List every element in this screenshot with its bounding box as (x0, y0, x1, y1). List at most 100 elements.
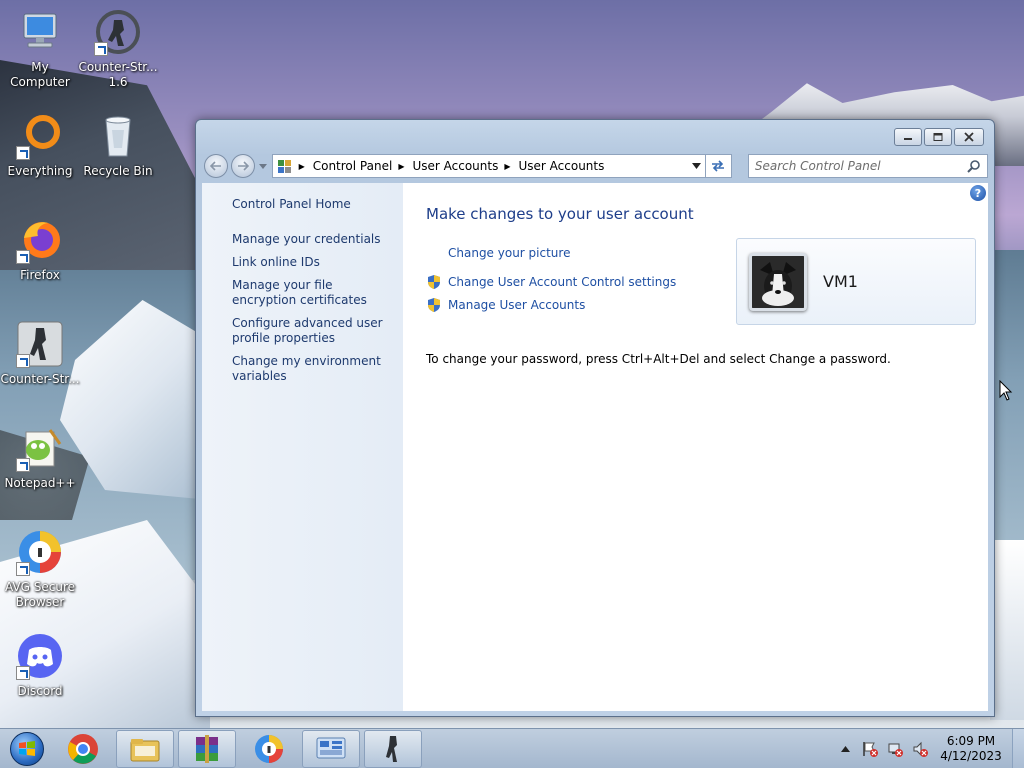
taskbar-counter-strike[interactable] (364, 729, 422, 768)
refresh-icon (712, 160, 725, 172)
tray-volume[interactable] (911, 740, 929, 758)
computer-icon (23, 13, 57, 48)
control-panel-icon (316, 737, 346, 758)
breadcrumb-separator-icon[interactable]: ▶ (504, 162, 510, 171)
window-content: Control Panel Home Manage your credentia… (202, 183, 988, 711)
dog-picture-icon (752, 255, 804, 308)
navigation-bar: ▶ Control Panel ▶ User Accounts ▶ User A… (204, 152, 989, 180)
refresh-button[interactable] (706, 154, 732, 178)
taskbar-winrar[interactable] (178, 729, 236, 768)
sidebar-item-manage-credentials[interactable]: Manage your credentials (232, 232, 392, 247)
avg-browser-icon (255, 734, 283, 763)
task-label: Change User Account Control settings (448, 274, 677, 289)
desktop-icon-notepad-plus-plus[interactable]: Notepad++ (0, 424, 80, 491)
shortcut-arrow-icon (16, 250, 30, 264)
mouse-cursor-icon (999, 380, 1013, 401)
minimize-button[interactable] (894, 128, 922, 146)
avatar[interactable] (749, 252, 807, 311)
tray-action-center[interactable] (861, 740, 879, 758)
show-hidden-icons-button[interactable] (836, 740, 854, 758)
user-account-card: VM1 (736, 238, 976, 325)
breadcrumb-user-accounts[interactable]: User Accounts (412, 159, 498, 173)
windows-logo-icon (19, 740, 35, 756)
search-icon[interactable] (967, 159, 981, 173)
show-desktop-button[interactable] (1012, 728, 1024, 768)
tasks-sidebar: Control Panel Home Manage your credentia… (202, 183, 403, 711)
desktop-icon-label: My Computer (10, 60, 70, 89)
volume-muted-icon (913, 741, 928, 757)
close-button[interactable] (954, 128, 984, 146)
desktop-icon-my-computer[interactable]: My Computer (0, 8, 80, 90)
uac-shield-icon (428, 274, 440, 289)
breadcrumb-separator-icon[interactable]: ▶ (398, 162, 404, 171)
desktop-icon-counter-strike-1-6[interactable]: Counter-Str... 1.6 (78, 8, 158, 90)
taskbar-chrome[interactable] (54, 730, 112, 768)
system-tray: 6:09 PM 4/12/2023 (836, 728, 1024, 768)
sidebar-item-environment-variables[interactable]: Change my environment variables (232, 354, 392, 384)
desktop-icon-label: AVG Secure Browser (4, 580, 76, 609)
winrar-icon (196, 734, 218, 763)
desktop-icon-avg-secure-browser[interactable]: AVG Secure Browser (0, 528, 80, 610)
chrome-icon (68, 733, 98, 764)
clock-date: 4/12/2023 (940, 748, 1002, 763)
recent-pages-dropdown[interactable] (258, 154, 268, 178)
desktop-icon-label: Discord (17, 684, 63, 698)
breadcrumb-user-accounts-current[interactable]: User Accounts (519, 159, 605, 173)
shortcut-arrow-icon (16, 458, 30, 472)
password-change-note: To change your password, press Ctrl+Alt+… (426, 352, 891, 366)
shortcut-arrow-icon (94, 42, 108, 56)
forward-button[interactable] (230, 154, 255, 178)
breadcrumb-separator-icon: ▶ (298, 161, 305, 171)
recycle-bin-icon (105, 116, 131, 157)
address-dropdown-icon[interactable] (692, 163, 702, 169)
chevron-up-icon (840, 745, 850, 752)
maximize-button[interactable] (924, 128, 952, 146)
taskbar: 6:09 PM 4/12/2023 (0, 728, 1024, 768)
address-bar[interactable]: ▶ Control Panel ▶ User Accounts ▶ User A… (271, 154, 707, 178)
task-label: Change your picture (448, 245, 571, 260)
network-icon (888, 743, 903, 757)
page-title: Make changes to your user account (426, 205, 694, 223)
shortcut-arrow-icon (16, 354, 30, 368)
help-button[interactable]: ? (970, 185, 986, 201)
maximize-icon (933, 133, 943, 141)
help-icon: ? (974, 186, 982, 200)
shortcut-arrow-icon (16, 666, 30, 680)
close-icon (964, 132, 974, 142)
back-button[interactable] (204, 154, 228, 178)
desktop-icon-everything[interactable]: Everything (0, 112, 80, 179)
desktop-icon-recycle-bin[interactable]: Recycle Bin (78, 112, 158, 179)
control-panel-icon (277, 160, 291, 173)
control-panel-window: ▶ Control Panel ▶ User Accounts ▶ User A… (195, 119, 995, 717)
uac-shield-icon (428, 297, 440, 312)
minimize-icon (904, 138, 912, 140)
shortcut-arrow-icon (16, 562, 30, 576)
shortcut-arrow-icon (16, 146, 30, 160)
desktop-icon-discord[interactable]: Discord (0, 632, 80, 699)
clock-time: 6:09 PM (946, 733, 996, 748)
desktop-icon-counter-strike[interactable]: Counter-Str... (0, 320, 80, 387)
windows-explorer-icon (130, 738, 160, 761)
sidebar-item-advanced-user-profile[interactable]: Configure advanced user profile properti… (232, 316, 392, 346)
desktop-icon-label: Firefox (20, 268, 60, 282)
start-button[interactable] (0, 729, 54, 768)
sidebar-item-link-online-ids[interactable]: Link online IDs (232, 255, 392, 270)
taskbar-clock[interactable]: 6:09 PM 4/12/2023 (936, 734, 1006, 764)
taskbar-windows-explorer[interactable] (116, 729, 174, 768)
taskbar-avg-browser[interactable] (240, 730, 298, 768)
search-input[interactable] (754, 159, 968, 173)
breadcrumb-control-panel[interactable]: Control Panel (313, 159, 393, 173)
tray-network[interactable] (886, 740, 904, 758)
sidebar-item-control-panel-home[interactable]: Control Panel Home (232, 197, 392, 212)
desktop-icon-label: Counter-Str... (0, 372, 80, 386)
search-box (747, 154, 989, 178)
counter-strike-icon (386, 735, 397, 762)
back-arrow-icon (209, 161, 221, 171)
desktop-icon-label: Recycle Bin (83, 164, 153, 178)
desktop-icon-firefox[interactable]: Firefox (0, 216, 80, 283)
window-controls (894, 128, 984, 146)
sidebar-item-file-encryption-certificates[interactable]: Manage your file encryption certificates (232, 278, 392, 308)
taskbar-control-panel[interactable] (302, 729, 360, 768)
forward-arrow-icon (237, 161, 249, 171)
user-name: VM1 (823, 272, 858, 291)
